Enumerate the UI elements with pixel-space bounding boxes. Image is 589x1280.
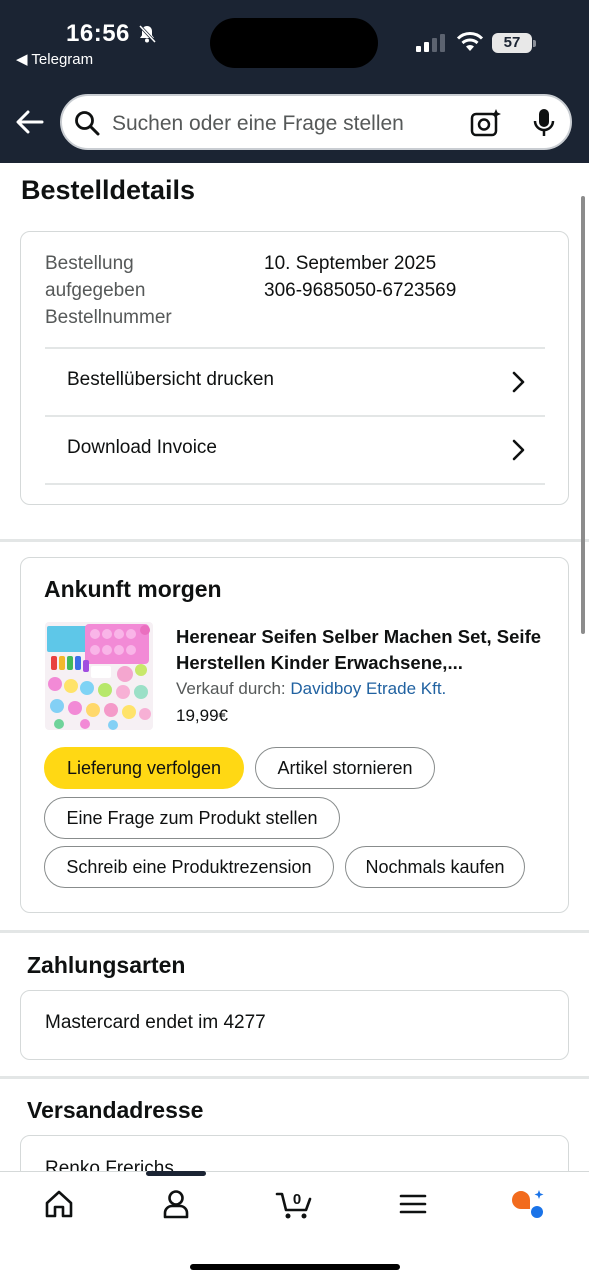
cart-count: 0 [293,1191,301,1208]
order-values: 10. September 2025 306-9685050-6723569 [264,250,456,304]
search-input[interactable]: Suchen oder eine Frage stellen [112,112,404,136]
rufus-assistant-icon[interactable] [509,1188,547,1220]
shipment-card: Ankunft morgen Herenear Seifen Selber Ma… [20,557,569,913]
print-summary-link[interactable]: Bestellübersicht drucken [45,347,545,415]
seller-line: Verkauf durch: Davidboy Etrade Kft. [176,679,446,699]
shipping-address-card: Renko Frerichs [20,1135,569,1171]
sheet-grabber[interactable] [146,1171,206,1176]
order-labels: Bestellung aufgegeben Bestellnummer [45,250,245,331]
seller-link[interactable]: Davidboy Etrade Kft. [290,679,446,698]
cellular-signal-icon [416,34,445,52]
status-time: 16:56 [66,20,130,47]
shipment-heading: Ankunft morgen [44,576,222,602]
product-price: 19,99€ [176,706,228,725]
muted-bell-icon [138,24,157,44]
row-divider [45,483,545,485]
scrollbar[interactable] [581,196,585,634]
battery-level: 57 [492,33,532,53]
payment-heading: Zahlungsarten [27,952,186,978]
bottom-navigation: 0 [0,1171,589,1280]
microphone-icon[interactable] [532,108,556,138]
order-number: 306-9685050-6723569 [264,280,457,301]
menu-icon[interactable] [398,1188,428,1220]
order-label-placed-1: Bestellung [45,253,134,274]
battery-nub [533,40,536,47]
order-date: 10. September 2025 [264,253,437,274]
battery-indicator: 57 [492,33,538,53]
order-label-placed-2: aufgegeben [45,280,146,301]
cancel-item-button[interactable]: Artikel stornieren [255,747,435,789]
shipping-heading: Versandadresse [27,1097,204,1123]
chevron-right-icon [512,371,525,393]
back-arrow-icon[interactable] [14,106,46,138]
order-label-number: Bestellnummer [45,307,172,328]
shipping-name: Renko Frerichs [45,1158,174,1171]
app-header: 16:56 ◀ Telegram 57 Suchen oder eine Fra… [0,0,589,163]
section-divider [0,1076,589,1079]
account-icon[interactable] [161,1188,191,1220]
track-delivery-button[interactable]: Lieferung verfolgen [44,747,244,789]
product-image[interactable] [45,622,153,730]
search-bar[interactable]: Suchen oder eine Frage stellen [60,94,572,150]
product-title[interactable]: Herenear Seifen Selber Machen Set, Seife… [176,624,551,676]
print-summary-label: Bestellübersicht drucken [67,369,274,390]
seller-label: Verkauf durch: [176,679,286,698]
section-divider [0,539,589,542]
payment-method: Mastercard endet im 4277 [45,1012,266,1033]
back-to-telegram[interactable]: ◀ Telegram [16,50,93,68]
cart-icon[interactable]: 0 [275,1188,315,1220]
order-details-content: Bestelldetails Bestellung aufgegeben Bes… [0,163,589,1171]
buy-again-button[interactable]: Nochmals kaufen [345,846,525,888]
wifi-icon [456,32,484,51]
chevron-right-icon [512,439,525,461]
download-invoice-link[interactable]: Download Invoice [45,415,545,483]
search-icon [75,111,100,136]
dynamic-island [210,18,378,68]
ask-question-button[interactable]: Eine Frage zum Produkt stellen [44,797,340,839]
payment-card: Mastercard endet im 4277 [20,990,569,1060]
page-title: Bestelldetails [21,175,196,205]
home-indicator [190,1264,400,1270]
download-invoice-label: Download Invoice [67,437,217,458]
camera-search-icon[interactable] [470,108,502,138]
home-icon[interactable] [44,1188,74,1220]
section-divider [0,930,589,933]
write-review-button[interactable]: Schreib eine Produktrezension [44,846,334,888]
order-info-card: Bestellung aufgegeben Bestellnummer 10. … [20,231,569,505]
